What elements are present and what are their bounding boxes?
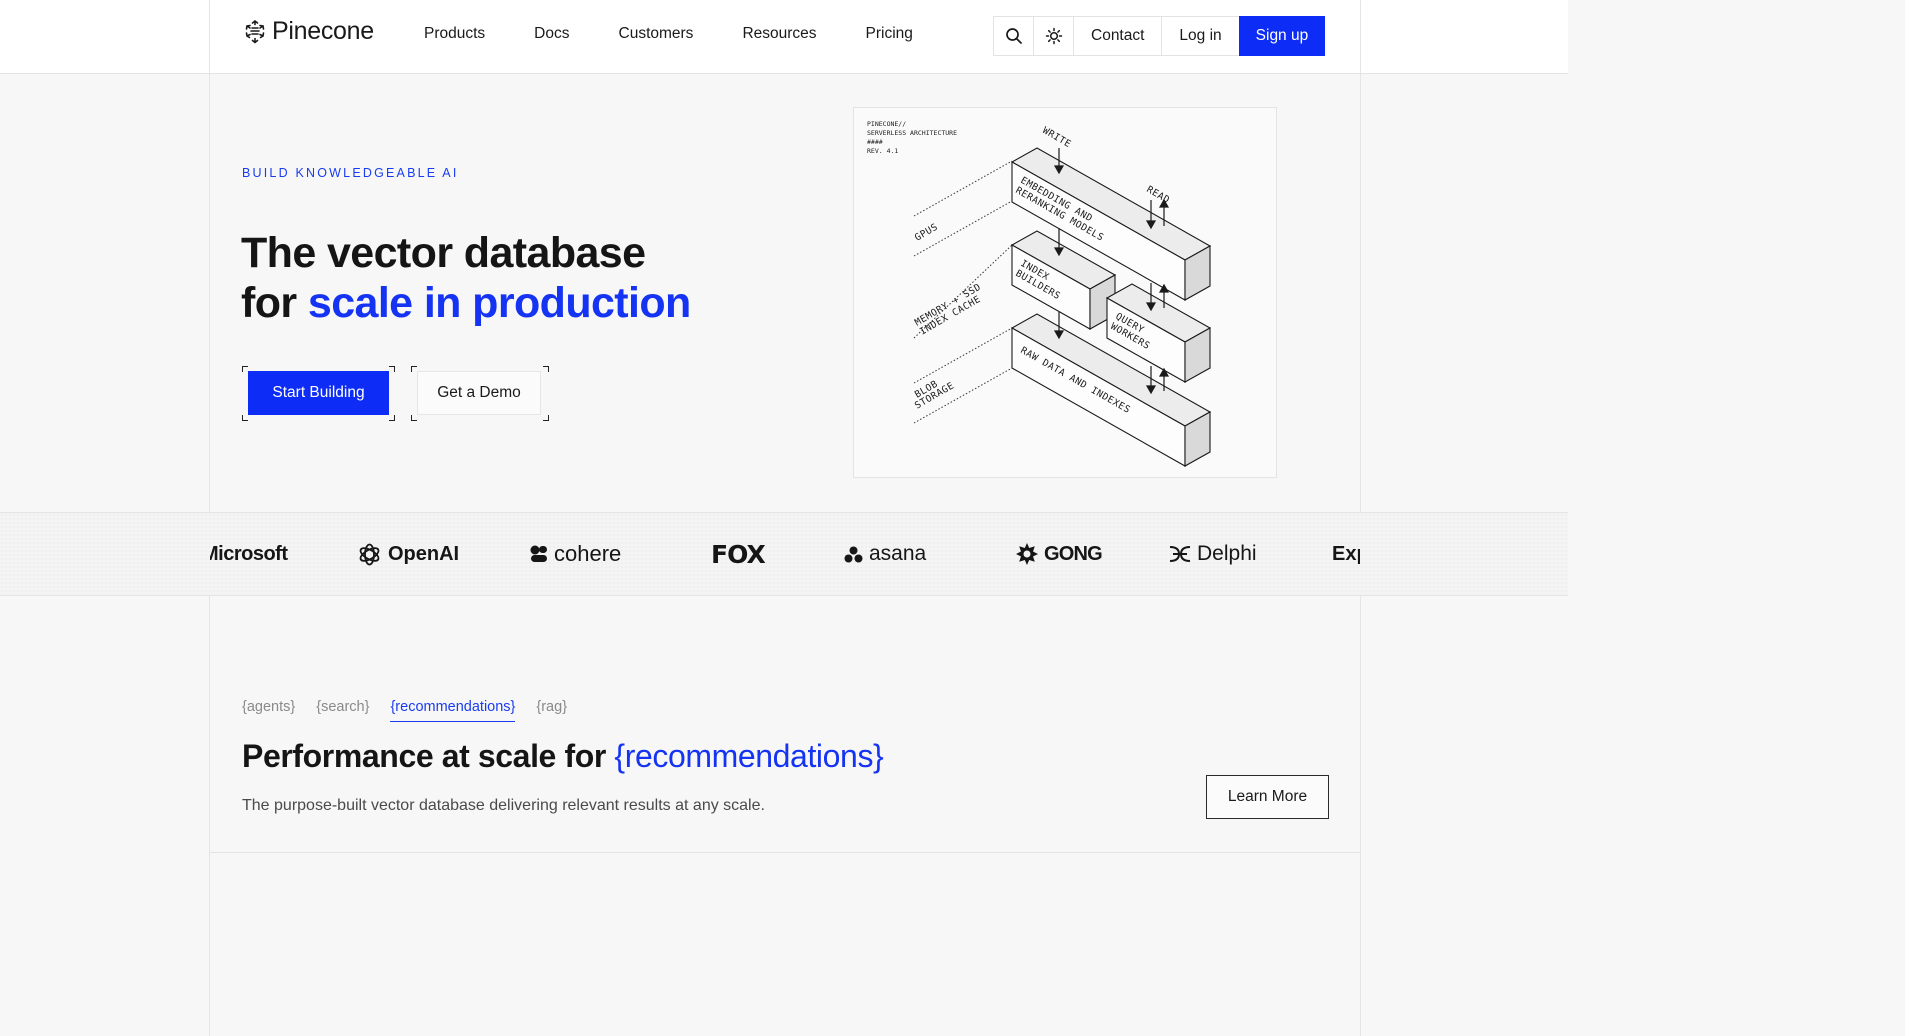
hero-title-line1: The vector database [241, 229, 646, 277]
nav-products[interactable]: Products [424, 25, 485, 43]
hero-section: BUILD KNOWLEDGEABLE AI The vector databa… [210, 74, 1360, 512]
customer-logos: Microsoft OpenAI cohere FOX asana GONG D… [0, 512, 1568, 596]
contact-button[interactable]: Contact [1073, 16, 1162, 56]
customer-logos-inner: Microsoft OpenAI cohere FOX asana GONG D… [210, 513, 1360, 595]
corner-mark [543, 415, 549, 421]
diagram-gpus-label: GPUS [913, 222, 940, 244]
openai-logo: OpenAI [357, 539, 459, 569]
header-actions: Contact Log in Sign up [993, 16, 1326, 56]
signup-button[interactable]: Sign up [1238, 16, 1326, 56]
exp-logo: Exp [1332, 539, 1360, 569]
tab-recommendations[interactable]: {recommendations} [390, 699, 515, 722]
corner-mark [411, 415, 417, 421]
architecture-diagram: PINECONE// SERVERLESS ARCHITECTURE #### … [853, 107, 1277, 478]
diagram-header-line: #### [867, 138, 883, 146]
main-nav: Products Docs Customers Resources Pricin… [424, 25, 962, 43]
nav-pricing[interactable]: Pricing [866, 25, 913, 43]
gong-icon [1016, 543, 1038, 565]
section-divider [209, 852, 1361, 853]
microsoft-logo-text: Microsoft [210, 542, 288, 565]
diagram-header-line: SERVERLESS ARCHITECTURE [867, 129, 957, 137]
openai-logo-text: OpenAI [388, 542, 460, 565]
start-building-wrapper: Start Building [242, 366, 395, 421]
hero-title: The vector database for scale in product… [241, 228, 691, 328]
fox-logo: FOX [711, 539, 766, 569]
get-demo-button[interactable]: Get a Demo [417, 371, 541, 415]
delphi-logo-text: Delphi [1197, 542, 1257, 565]
nav-customers[interactable]: Customers [619, 25, 694, 43]
header-inner: Pinecone Products Docs Customers Resourc… [209, 0, 1361, 73]
fox-logo-text: FOX [711, 539, 766, 569]
gong-logo: GONG [1016, 539, 1103, 569]
start-building-button[interactable]: Start Building [248, 371, 389, 415]
cohere-logo: cohere [530, 539, 621, 569]
tab-agents[interactable]: {agents} [242, 699, 295, 720]
corner-mark [242, 415, 248, 421]
usecase-subtitle: The purpose-built vector database delive… [242, 797, 765, 814]
architecture-diagram-svg: PINECONE// SERVERLESS ARCHITECTURE #### … [867, 120, 1212, 467]
asana-icon [844, 546, 863, 562]
gong-logo-text: GONG [1044, 542, 1103, 565]
cohere-logo-text: cohere [554, 541, 622, 566]
hero-title-accent: scale in production [307, 279, 691, 327]
sun-icon [1045, 27, 1062, 45]
cohere-icon [530, 545, 547, 562]
corner-mark [389, 415, 395, 421]
hero-title-prefix: for [241, 279, 308, 327]
site-header: Pinecone Products Docs Customers Resourc… [0, 0, 1568, 74]
delphi-icon [1169, 546, 1191, 562]
openai-icon [359, 543, 380, 565]
theme-toggle-button[interactable] [1033, 16, 1073, 56]
exp-logo-text: Exp [1332, 542, 1360, 565]
brand-name: Pinecone [272, 17, 374, 45]
login-button[interactable]: Log in [1161, 16, 1239, 56]
usecase-title-accent: {recommendations} [614, 738, 884, 774]
diagram-write-label: WRITE [1041, 125, 1073, 150]
tab-search[interactable]: {search} [316, 699, 369, 720]
tab-rag[interactable]: {rag} [536, 699, 567, 720]
hero-eyebrow: BUILD KNOWLEDGEABLE AI [242, 166, 459, 180]
search-button[interactable] [993, 16, 1033, 56]
diagram-header-line: REV. 4.1 [867, 147, 898, 155]
brand-logo[interactable]: Pinecone [243, 17, 374, 46]
pinecone-logo-icon [245, 19, 265, 44]
usecase-title-prefix: Performance at scale for [242, 738, 615, 774]
asana-logo: asana [844, 539, 926, 569]
diagram-read-label: READ [1145, 184, 1172, 206]
learn-more-button[interactable]: Learn More [1206, 775, 1329, 819]
corner-mark [389, 366, 395, 372]
usecase-title: Performance at scale for {recommendation… [242, 738, 884, 775]
search-icon [1005, 28, 1022, 44]
diagram-header-line: PINECONE// [867, 120, 906, 128]
corner-mark [543, 366, 549, 372]
asana-logo-text: asana [869, 542, 927, 565]
nav-docs[interactable]: Docs [534, 25, 569, 43]
microsoft-logo: Microsoft [210, 539, 288, 569]
get-demo-wrapper: Get a Demo [411, 366, 549, 421]
usecase-tabs: {agents} {search} {recommendations} {rag… [242, 699, 588, 722]
delphi-logo: Delphi [1169, 539, 1257, 569]
nav-resources[interactable]: Resources [742, 25, 816, 43]
